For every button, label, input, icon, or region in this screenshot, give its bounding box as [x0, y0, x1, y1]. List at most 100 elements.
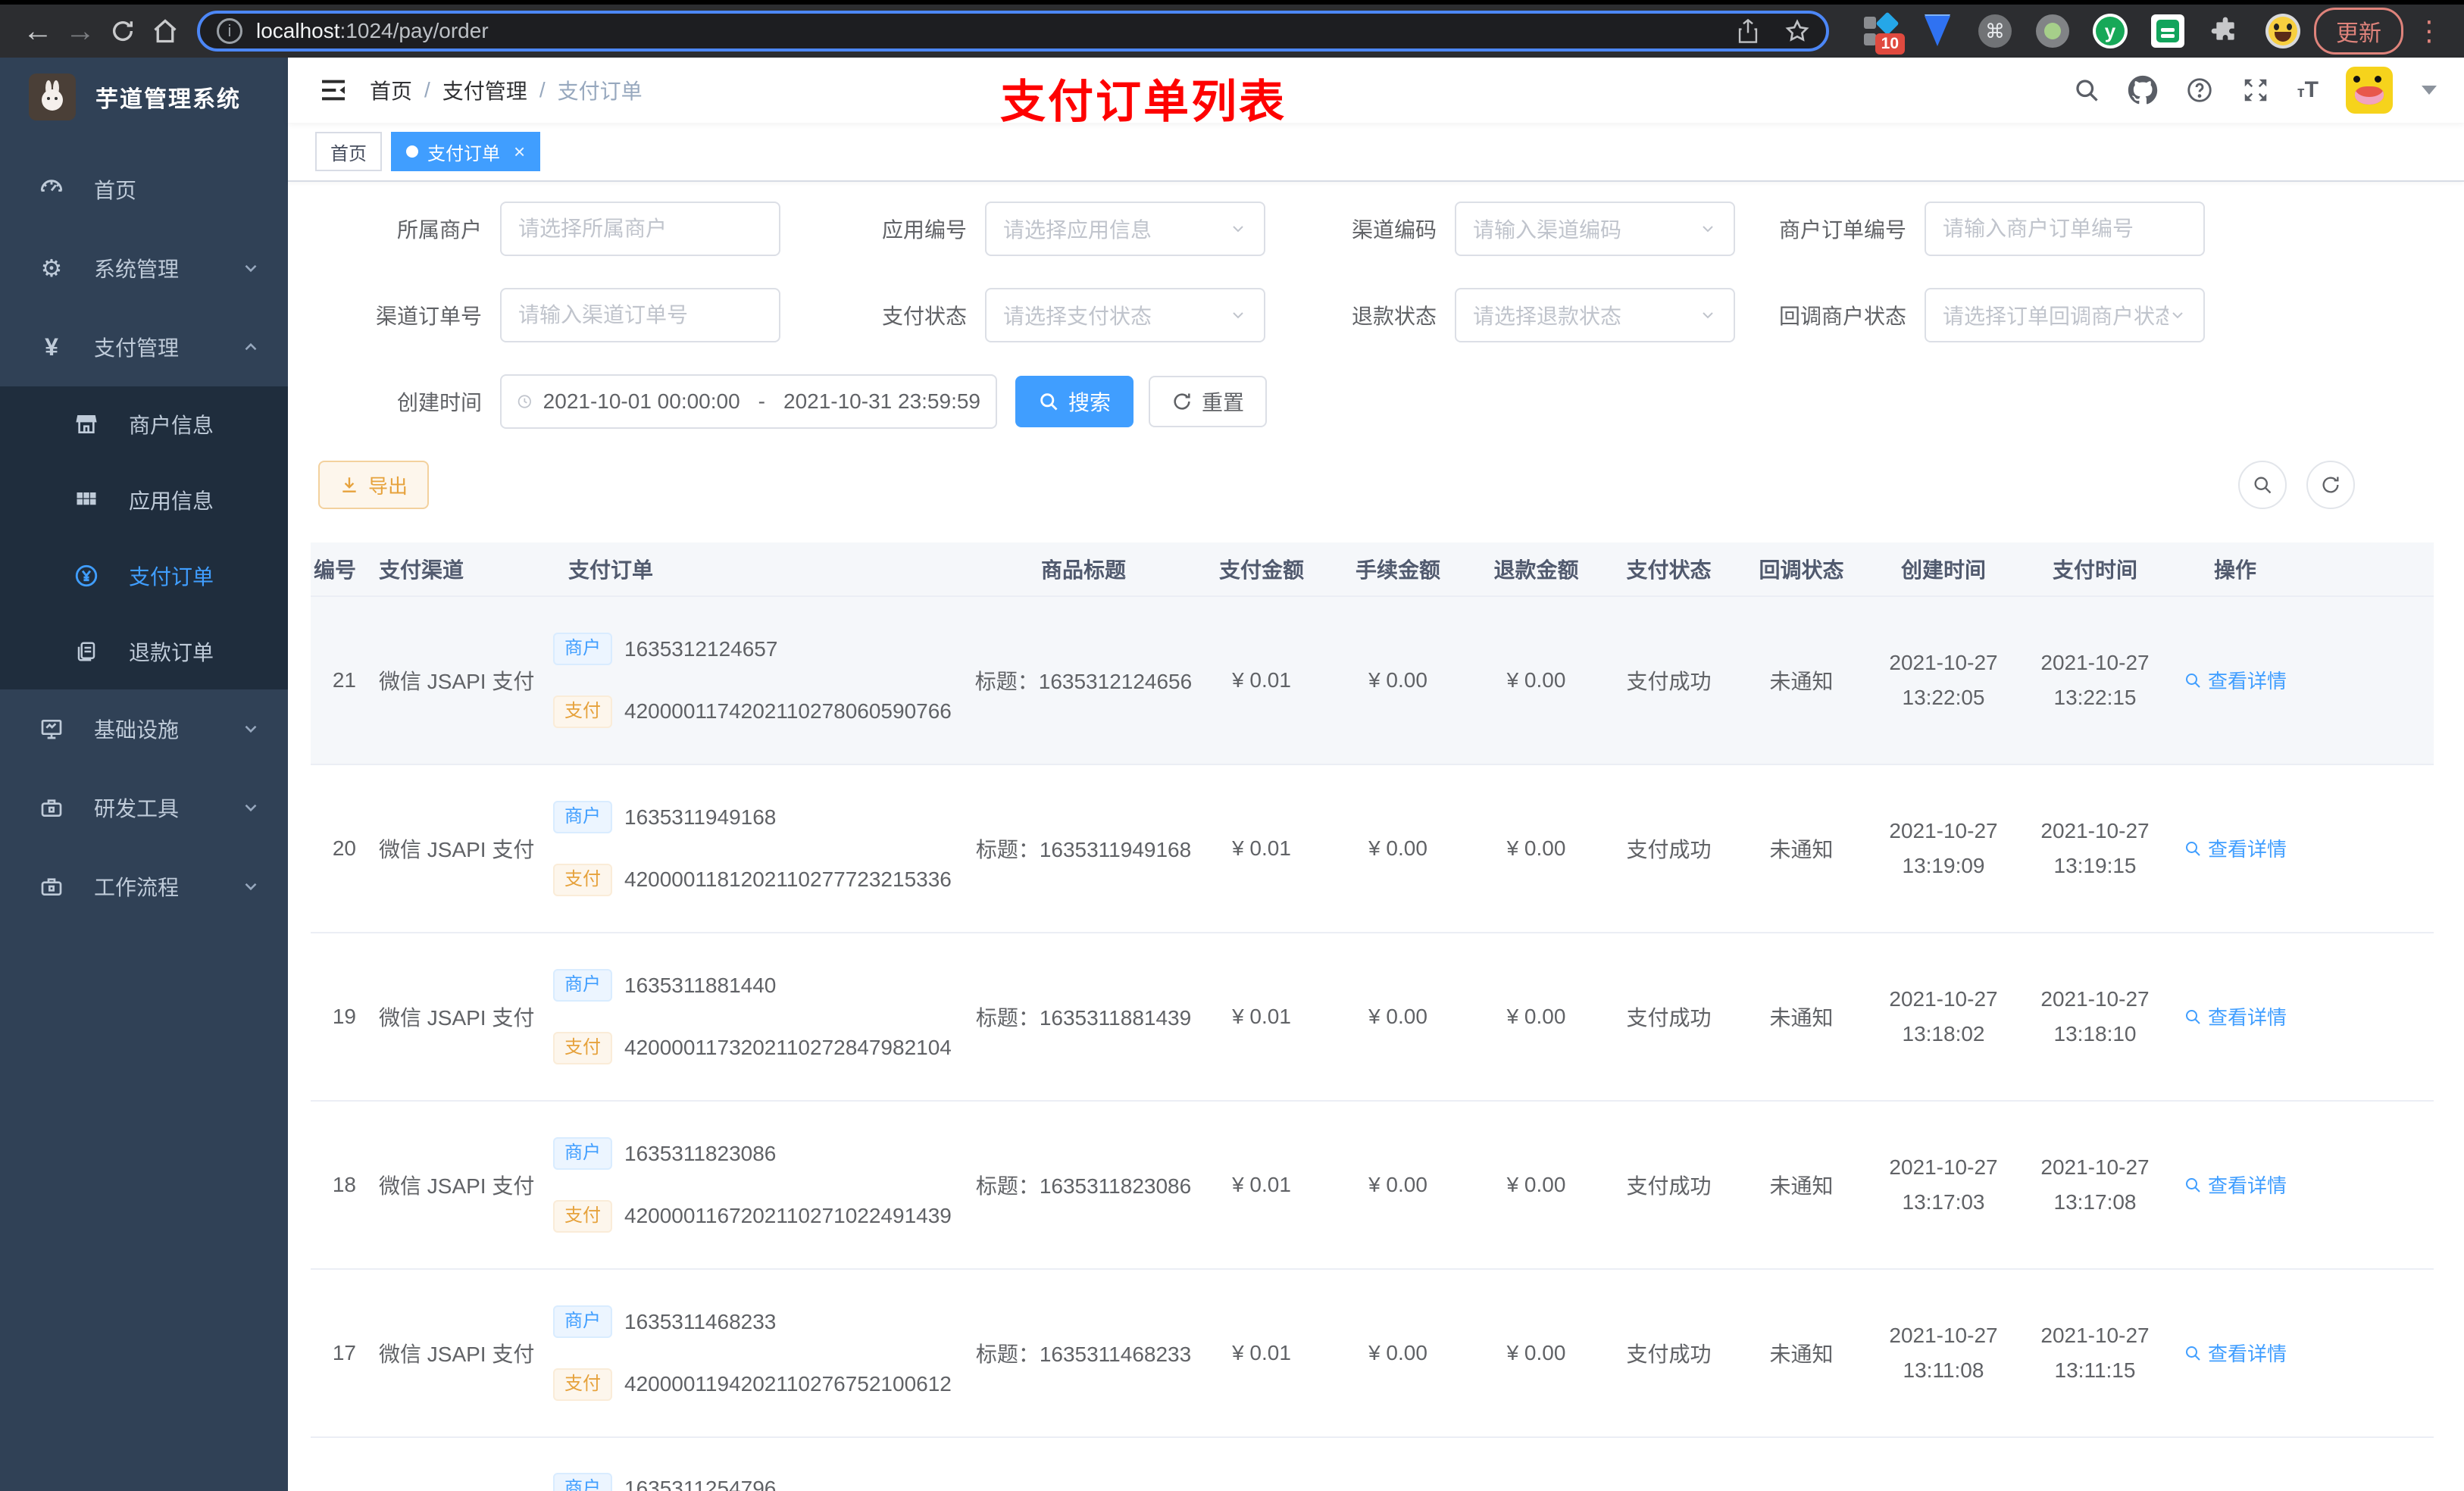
- address-bar[interactable]: i localhost:1024/pay/order: [197, 11, 1829, 52]
- cell-id: 18: [332, 1173, 356, 1196]
- sidebar-item-app-info[interactable]: 应用信息: [0, 462, 288, 538]
- toolbox-icon: [35, 796, 68, 820]
- avatar-caret-icon[interactable]: [2422, 86, 2437, 95]
- owner-input[interactable]: [500, 202, 780, 256]
- download-icon: [342, 477, 356, 492]
- table-settings: [2238, 461, 2355, 509]
- channel-code-select[interactable]: 请输入渠道编码: [1455, 202, 1735, 256]
- search-icon: [2185, 841, 2200, 856]
- view-detail-link[interactable]: 查看详情: [2184, 834, 2287, 862]
- search-icon: [1040, 393, 1058, 411]
- search-icon: [2185, 673, 2200, 688]
- extension-diamond-icon[interactable]: 10: [1862, 11, 1905, 55]
- table-row[interactable]: 18 微信 JSAPI 支付 商户 1635311823086 支付 4200001…: [311, 1102, 2434, 1270]
- sidebar-item-label: 首页: [94, 179, 137, 202]
- page-content: 所属商户 应用编号 请选择应用信息 渠道编码: [288, 182, 2464, 1491]
- browser-update-button[interactable]: 更新: [2314, 8, 2403, 55]
- sidebar-item-system[interactable]: ⚙ 系统管理: [0, 229, 288, 308]
- table-row[interactable]: 21 微信 JSAPI 支付 商户 1635312124657 支付 4200001…: [311, 597, 2434, 765]
- extension-record-icon[interactable]: [2035, 14, 2070, 48]
- browser-back-button[interactable]: ←: [17, 10, 59, 52]
- cell-fee: ¥ 0.00: [1368, 1341, 1427, 1364]
- tag-home[interactable]: 首页: [315, 132, 382, 171]
- cell-amount: ¥ 0.01: [1232, 668, 1291, 692]
- help-icon[interactable]: [2185, 76, 2214, 105]
- tag-pay-order[interactable]: 支付订单 ×: [391, 132, 541, 171]
- chevron-down-icon: [241, 258, 261, 278]
- table-row-partial[interactable]: 商户 1635311254796: [311, 1438, 2434, 1491]
- extension-command-icon[interactable]: ⌘: [1978, 14, 2012, 48]
- browser-menu-icon[interactable]: ⋮: [2416, 15, 2443, 47]
- extensions-puzzle-icon[interactable]: [2208, 14, 2243, 48]
- create-time-range-picker[interactable]: 2021-10-01 00:00:00 - 2021-10-31 23:59:5…: [500, 374, 997, 429]
- table-row[interactable]: 17 微信 JSAPI 支付 商户 1635311468233 支付 4200001…: [311, 1270, 2434, 1438]
- document-copy-icon: [70, 640, 103, 663]
- font-size-icon[interactable]: тT: [2297, 77, 2319, 103]
- table-row[interactable]: 19 微信 JSAPI 支付 商户 1635311881440 支付 4200001…: [311, 933, 2434, 1102]
- header-search-icon[interactable]: [2073, 77, 2100, 104]
- pay-status-select[interactable]: 请选择支付状态: [985, 288, 1265, 342]
- toolbox-icon: [35, 874, 68, 899]
- table-row[interactable]: 20 微信 JSAPI 支付 商户 1635311949168 支付 4200001…: [311, 765, 2434, 933]
- sidebar-item-refund-order[interactable]: 退款订单: [0, 614, 288, 689]
- extension-chat-icon[interactable]: [2150, 14, 2185, 48]
- owner-input-field[interactable]: [518, 217, 762, 241]
- app-select[interactable]: 请选择应用信息: [985, 202, 1265, 256]
- header-created: 创建时间: [1900, 558, 1986, 582]
- site-info-icon[interactable]: i: [217, 18, 242, 44]
- sidebar-logo[interactable]: 芋道管理系统: [0, 58, 288, 136]
- fullscreen-icon[interactable]: [2241, 76, 2270, 105]
- bookmark-star-icon[interactable]: [1785, 19, 1809, 43]
- share-icon[interactable]: [1737, 18, 1759, 44]
- sidebar-toggle-button[interactable]: [311, 67, 356, 113]
- channel-order-input[interactable]: [500, 288, 780, 342]
- sidebar-item-payment[interactable]: ¥ 支付管理: [0, 308, 288, 386]
- cell-paid: 2021-10-27 13:19:15: [2040, 819, 2150, 877]
- github-icon[interactable]: [2128, 75, 2158, 105]
- breadcrumb-home[interactable]: 首页: [370, 75, 412, 105]
- extension-kite-icon[interactable]: [1920, 14, 1955, 48]
- view-detail-link[interactable]: 查看详情: [2184, 1002, 2287, 1030]
- reset-button-label: 重置: [1202, 391, 1245, 414]
- cell-status: 支付成功: [1626, 670, 1712, 693]
- refund-status-select[interactable]: 请选择退款状态: [1455, 288, 1735, 342]
- sidebar-item-pay-order[interactable]: 支付订单: [0, 538, 288, 614]
- view-detail-link[interactable]: 查看详情: [2184, 1171, 2287, 1199]
- browser-reload-button[interactable]: [102, 10, 144, 52]
- date-start: 2021-10-01 00:00:00: [543, 389, 740, 413]
- profile-avatar-icon[interactable]: [2265, 14, 2300, 48]
- chevron-down-icon: [241, 877, 261, 896]
- user-avatar[interactable]: [2346, 67, 2393, 114]
- breadcrumb-payment[interactable]: 支付管理: [442, 75, 527, 105]
- merchant-order-input-field[interactable]: [1943, 217, 2187, 241]
- export-button[interactable]: 导出: [318, 461, 430, 509]
- sidebar-item-infrastructure[interactable]: 基础设施: [0, 689, 288, 768]
- sidebar: 芋道管理系统 首页 ⚙ 系统管理 ¥ 支付管理 商户信息 应用信息 支付订单 退…: [0, 58, 288, 1491]
- extension-y-icon[interactable]: y: [2093, 14, 2128, 48]
- channel-order-input-field[interactable]: [518, 303, 762, 327]
- pay-status-placeholder: 请选择支付状态: [1003, 305, 1152, 328]
- browser-home-button[interactable]: [144, 10, 186, 52]
- table-header-row: 编号 支付渠道 支付订单 商品标题 支付金额 手续金额 退款金额 支付状态 回调…: [311, 542, 2434, 597]
- cell-refund: ¥ 0.00: [1506, 668, 1566, 692]
- cell-pay-order: 商户 1635312124657 支付 4200001174202110278060…: [546, 633, 970, 728]
- refresh-table-button[interactable]: [2306, 461, 2355, 509]
- breadcrumb: 首页 / 支付管理 / 支付订单: [370, 75, 643, 105]
- date-separator: -: [758, 389, 765, 413]
- sidebar-item-merchant-info[interactable]: 商户信息: [0, 386, 288, 462]
- tag-close-icon[interactable]: ×: [514, 140, 525, 164]
- search-button[interactable]: 搜索: [1015, 376, 1134, 427]
- sidebar-item-dev-tools[interactable]: 研发工具: [0, 768, 288, 847]
- view-detail-link[interactable]: 查看详情: [2184, 666, 2287, 694]
- callback-status-select[interactable]: 请选择订单回调商户状态: [1925, 288, 2205, 342]
- reset-button[interactable]: 重置: [1149, 376, 1268, 427]
- toggle-search-button[interactable]: [2238, 461, 2287, 509]
- filter-row-2: 渠道订单号 支付状态 请选择支付状态 退款状态: [318, 288, 2434, 342]
- browser-forward-button[interactable]: →: [59, 10, 102, 52]
- view-detail-link[interactable]: 查看详情: [2184, 1339, 2287, 1367]
- sidebar-item-workflow[interactable]: 工作流程: [0, 847, 288, 926]
- merchant-order-input[interactable]: [1925, 202, 2205, 256]
- sidebar-item-label: 基础设施: [94, 718, 180, 742]
- sidebar-item-home[interactable]: 首页: [0, 150, 288, 229]
- sidebar-item-label: 系统管理: [94, 258, 180, 281]
